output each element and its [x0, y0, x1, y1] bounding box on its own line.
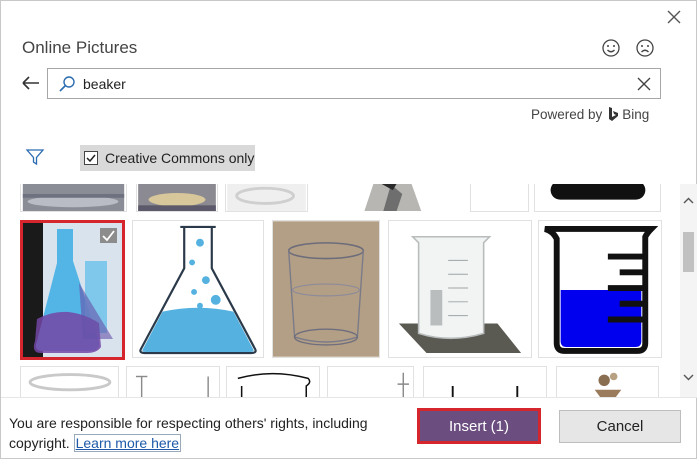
powered-by-label: Powered by	[531, 106, 603, 122]
scroll-down-icon[interactable]	[683, 372, 694, 382]
result-image[interactable]	[556, 366, 659, 397]
bing-logo: Bing	[608, 106, 649, 122]
result-image[interactable]	[327, 366, 414, 397]
result-image[interactable]	[534, 184, 661, 212]
powered-by: Powered by Bing	[531, 106, 649, 122]
result-image[interactable]	[470, 184, 529, 212]
learn-more-link[interactable]: Learn more here	[73, 434, 182, 452]
copyright-disclaimer: You are responsible for respecting other…	[9, 413, 399, 453]
close-dialog-button[interactable]	[661, 5, 687, 29]
selected-check	[100, 228, 117, 243]
search-input[interactable]	[83, 73, 623, 95]
footer-divider	[1, 397, 697, 398]
results-scrollbar[interactable]	[680, 184, 697, 397]
scroll-thumb[interactable]	[683, 232, 694, 272]
result-image[interactable]	[126, 366, 220, 397]
search-box	[47, 68, 661, 99]
result-image[interactable]	[388, 220, 532, 358]
creative-commons-label: Creative Commons only	[105, 150, 255, 166]
frown-icon[interactable]	[635, 38, 655, 58]
smile-icon[interactable]	[601, 38, 621, 58]
results-grid	[18, 184, 679, 397]
search-icon	[59, 76, 75, 92]
result-image[interactable]	[538, 220, 662, 358]
result-image[interactable]	[313, 184, 466, 212]
result-image-selected[interactable]	[20, 220, 125, 360]
result-image[interactable]	[226, 366, 320, 397]
result-image[interactable]	[136, 184, 218, 212]
result-image[interactable]	[132, 220, 264, 358]
disclaimer-text: You are responsible for respecting other…	[9, 415, 368, 451]
bing-label: Bing	[622, 106, 650, 122]
creative-commons-checkbox[interactable]	[84, 151, 98, 165]
cancel-button[interactable]: Cancel	[559, 410, 681, 443]
result-image[interactable]	[20, 184, 127, 212]
filter-icon[interactable]	[25, 148, 45, 166]
clear-search-icon[interactable]	[636, 76, 652, 92]
result-image[interactable]	[423, 366, 547, 397]
scroll-up-icon[interactable]	[683, 196, 694, 206]
result-image[interactable]	[225, 184, 308, 212]
result-image[interactable]	[20, 366, 119, 397]
insert-button[interactable]: Insert (1)	[417, 408, 541, 444]
back-arrow-icon[interactable]	[19, 73, 43, 93]
bing-icon	[609, 107, 619, 121]
dialog-title: Online Pictures	[22, 38, 138, 57]
close-icon	[667, 10, 681, 24]
result-image[interactable]	[272, 220, 380, 358]
creative-commons-filter[interactable]: Creative Commons only	[80, 145, 255, 171]
